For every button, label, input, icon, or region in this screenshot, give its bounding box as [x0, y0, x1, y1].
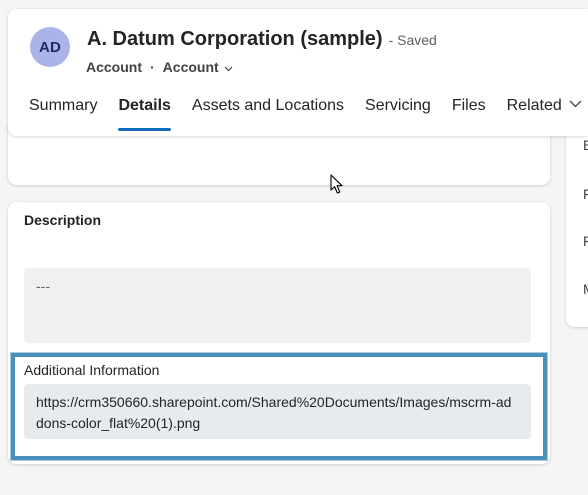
chevron-down-icon — [224, 59, 233, 75]
tab-label: Related — [506, 97, 562, 114]
save-status: - Saved — [388, 32, 437, 48]
tab-assets-and-locations[interactable]: Assets and Locations — [192, 95, 344, 131]
tab-servicing[interactable]: Servicing — [365, 95, 431, 131]
tab-files[interactable]: Files — [452, 95, 486, 131]
additional-information-label: Additional Information — [24, 362, 160, 378]
subtitle-separator: · — [150, 59, 155, 75]
tab-label: Assets and Locations — [191, 97, 345, 114]
description-section: Description --- Additional Information h… — [8, 202, 550, 464]
record-subtitle: Account · Account — [86, 59, 233, 75]
mouse-pointer-icon — [330, 174, 343, 194]
tab-label: Files — [451, 97, 486, 114]
side-field-label: M — [583, 281, 588, 297]
chevron-down-icon — [569, 100, 582, 108]
tab-label: Details — [118, 97, 171, 114]
side-field-label: F — [583, 233, 588, 249]
description-label: Description — [24, 212, 102, 228]
record-header: AD A. Datum Corporation (sample) - Saved… — [8, 9, 588, 136]
form-tabs: Summary Details Assets and Locations Ser… — [29, 95, 588, 131]
additional-information-field[interactable]: https://crm350660.sharepoint.com/Shared%… — [24, 384, 531, 439]
form-selector-button[interactable]: Account — [163, 59, 233, 75]
side-section-card: E F F M — [566, 120, 588, 327]
tab-summary[interactable]: Summary — [29, 95, 97, 131]
tab-related[interactable]: Related — [507, 95, 582, 131]
side-field-label: E — [583, 137, 588, 153]
tab-details[interactable]: Details — [118, 95, 172, 131]
avatar: AD — [30, 27, 70, 67]
entity-name: Account — [86, 59, 142, 75]
tab-label: Servicing — [365, 97, 431, 114]
description-field[interactable]: --- — [24, 268, 531, 343]
page-title: A. Datum Corporation (sample) — [87, 28, 383, 50]
tab-label: Summary — [29, 97, 98, 114]
title-row: A. Datum Corporation (sample) - Saved — [87, 28, 437, 51]
side-field-label: F — [583, 186, 588, 202]
form-selector-label: Account — [162, 59, 219, 75]
